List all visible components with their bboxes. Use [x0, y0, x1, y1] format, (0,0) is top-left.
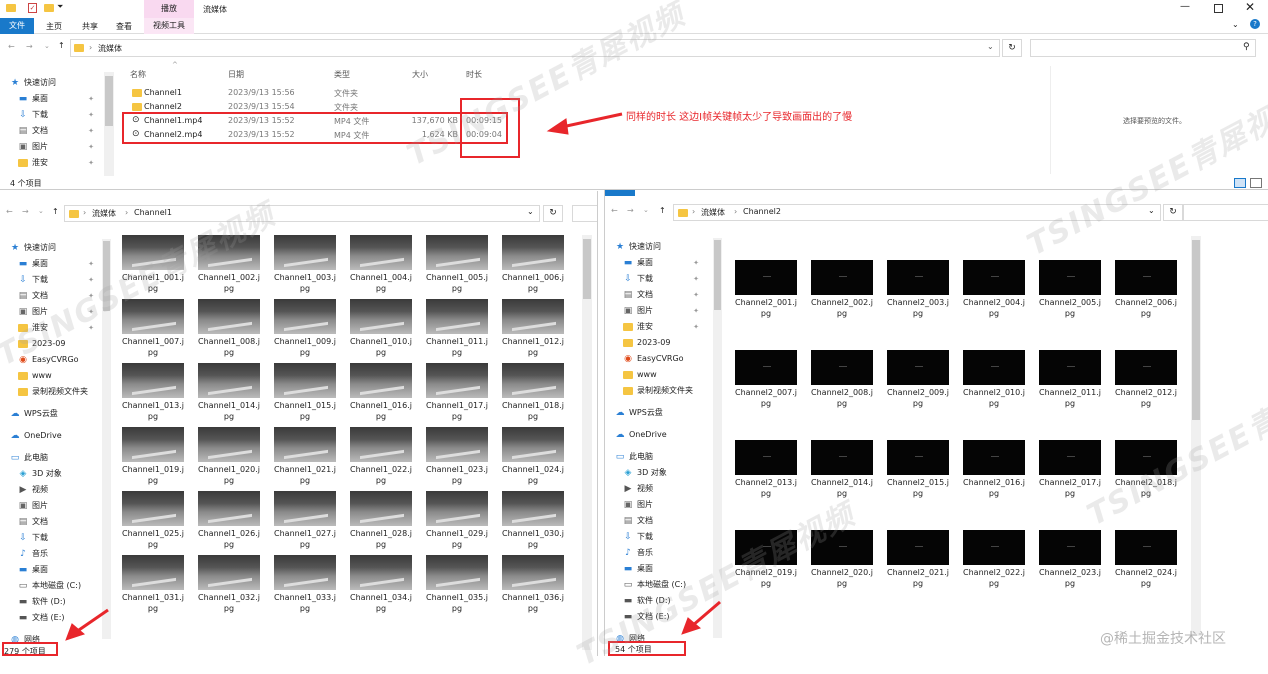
annotation-arrows: [65, 112, 721, 641]
annotation-text: 同样的时长 这边I帧关键帧太少了导致画面出的了慢: [626, 112, 853, 123]
arrowhead: [546, 118, 569, 135]
arrow-to-duration: [561, 112, 623, 129]
arrowhead: [65, 623, 86, 641]
arrow-to-right-count: [691, 600, 721, 628]
arrow-to-left-count: [75, 608, 109, 634]
credit-text: @稀土掘金技术社区: [1100, 631, 1226, 647]
